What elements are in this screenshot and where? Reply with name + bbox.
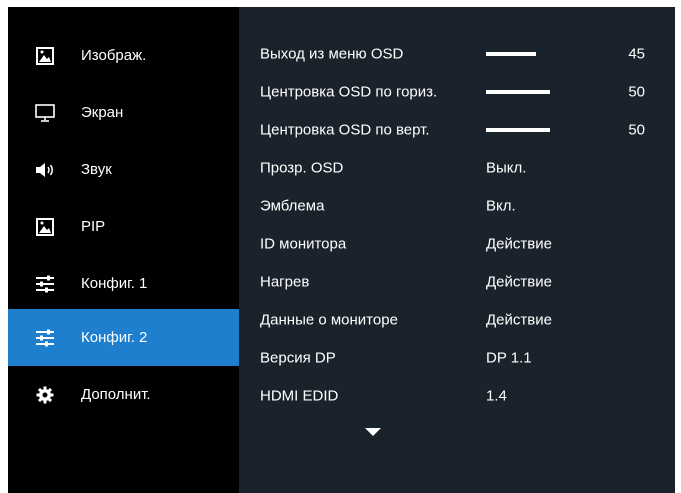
setting-osd-timeout[interactable]: Выход из меню OSD 45 [239, 35, 675, 72]
setting-heating[interactable]: Нагрев Действие [239, 263, 675, 300]
sidebar-item-screen[interactable]: Экран [8, 84, 239, 141]
setting-label: Прозр. OSD [260, 159, 344, 176]
slider-bar[interactable] [486, 89, 550, 94]
setting-logo[interactable]: Эмблема Вкл. [239, 187, 675, 224]
sidebar-item-label: Конфиг. 1 [81, 275, 148, 292]
setting-value: Действие [486, 273, 552, 290]
setting-label: HDMI EDID [260, 387, 339, 404]
setting-value: DP 1.1 [486, 349, 532, 366]
sidebar-item-label: Конфиг. 2 [81, 329, 148, 346]
sidebar-item-label: PIP [81, 218, 106, 235]
setting-monitor-info[interactable]: Данные о мониторе Действие [239, 301, 675, 338]
osd-menu: Изображ. Экран Звук PIP Конфиг. 1 Конфиг… [8, 7, 675, 493]
settings-panel: Выход из меню OSD 45 Центровка OSD по го… [239, 7, 675, 493]
setting-value: Действие [486, 311, 552, 328]
setting-label: Центровка OSD по гориз. [260, 83, 438, 100]
monitor-icon [33, 103, 57, 123]
setting-label: Версия DP [260, 349, 336, 366]
sidebar-item-label: Экран [81, 104, 124, 121]
setting-label: Эмблема [260, 197, 325, 214]
setting-osd-transparency[interactable]: Прозр. OSD Выкл. [239, 149, 675, 186]
setting-hdmi-edid[interactable]: HDMI EDID 1.4 [239, 377, 675, 414]
setting-value: Действие [486, 235, 552, 252]
setting-label: Нагрев [260, 273, 310, 290]
picture-in-picture-icon [33, 217, 57, 237]
setting-monitor-id[interactable]: ID монитора Действие [239, 225, 675, 262]
sidebar-item-label: Изображ. [81, 47, 147, 64]
sidebar-item-picture[interactable]: Изображ. [8, 27, 239, 84]
sidebar-item-config1[interactable]: Конфиг. 1 [8, 255, 239, 312]
sliders-icon [33, 274, 57, 294]
sidebar-item-label: Звук [81, 161, 112, 178]
setting-label: ID монитора [260, 235, 347, 252]
sidebar-item-advanced[interactable]: Дополнит. [8, 366, 239, 423]
sidebar: Изображ. Экран Звук PIP Конфиг. 1 Конфиг… [8, 7, 239, 493]
sidebar-item-label: Дополнит. [81, 386, 151, 403]
setting-value: 1.4 [486, 387, 507, 404]
sliders-icon [33, 328, 57, 348]
setting-label: Центровка OSD по верт. [260, 121, 430, 138]
setting-value: 50 [628, 121, 645, 138]
slider-bar[interactable] [486, 51, 536, 56]
setting-osd-v-position[interactable]: Центровка OSD по верт. 50 [239, 111, 675, 148]
setting-osd-h-position[interactable]: Центровка OSD по гориз. 50 [239, 73, 675, 110]
sidebar-item-config2[interactable]: Конфиг. 2 [8, 309, 239, 366]
chevron-down-icon[interactable] [365, 428, 381, 436]
sidebar-item-sound[interactable]: Звук [8, 141, 239, 198]
setting-value: 50 [628, 83, 645, 100]
picture-icon [33, 46, 57, 66]
setting-label: Данные о мониторе [260, 311, 398, 328]
setting-value: Выкл. [486, 159, 527, 176]
gear-icon [33, 385, 57, 405]
speaker-icon [33, 160, 57, 180]
setting-value: Вкл. [486, 197, 516, 214]
setting-label: Выход из меню OSD [260, 45, 404, 62]
setting-dp-version[interactable]: Версия DP DP 1.1 [239, 339, 675, 376]
setting-value: 45 [628, 45, 645, 62]
sidebar-item-pip[interactable]: PIP [8, 198, 239, 255]
slider-bar[interactable] [486, 127, 550, 132]
